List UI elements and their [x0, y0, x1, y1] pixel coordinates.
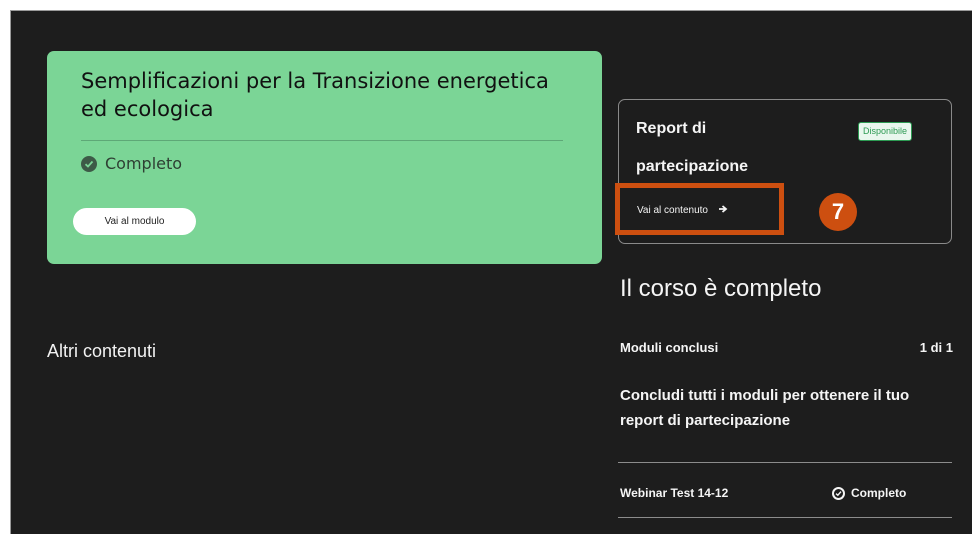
completion-instruction: Concludi tutti i moduli per ottenere il …: [620, 387, 910, 429]
completed-modules-row: Moduli conclusi 1 di 1: [620, 340, 953, 355]
list-item-status: Completo: [832, 486, 906, 500]
module-card: Semplificazioni per la Transizione energ…: [47, 51, 602, 264]
go-to-module-button[interactable]: Vai al modulo: [73, 208, 196, 235]
module-title: Semplificazioni per la Transizione energ…: [81, 69, 549, 121]
module-status-label: Completo: [105, 154, 183, 173]
course-complete-heading: Il corso è completo: [620, 275, 822, 302]
completed-modules-count: 1 di 1: [919, 340, 953, 355]
module-status: Completo: [81, 154, 182, 173]
other-content-heading: Altri contenuti: [47, 341, 157, 361]
completed-modules-label: Moduli conclusi: [620, 340, 719, 355]
module-divider: [81, 140, 563, 141]
available-badge: Disponibile: [858, 122, 913, 141]
annotation-marker: 7: [819, 193, 857, 231]
list-item[interactable]: Webinar Test 14-12 Completo: [620, 483, 950, 503]
list-item-status-label: Completo: [851, 486, 907, 500]
check-circle-icon: [832, 486, 845, 500]
list-divider-bottom: [618, 517, 952, 518]
annotation-highlight: [615, 183, 784, 235]
course-page: Semplificazioni per la Transizione energ…: [10, 10, 972, 534]
list-divider-top: [618, 462, 952, 463]
report-title: Report di partecipazione: [636, 120, 749, 175]
list-item-title: Webinar Test 14-12: [620, 486, 729, 500]
check-circle-icon: [81, 155, 97, 172]
